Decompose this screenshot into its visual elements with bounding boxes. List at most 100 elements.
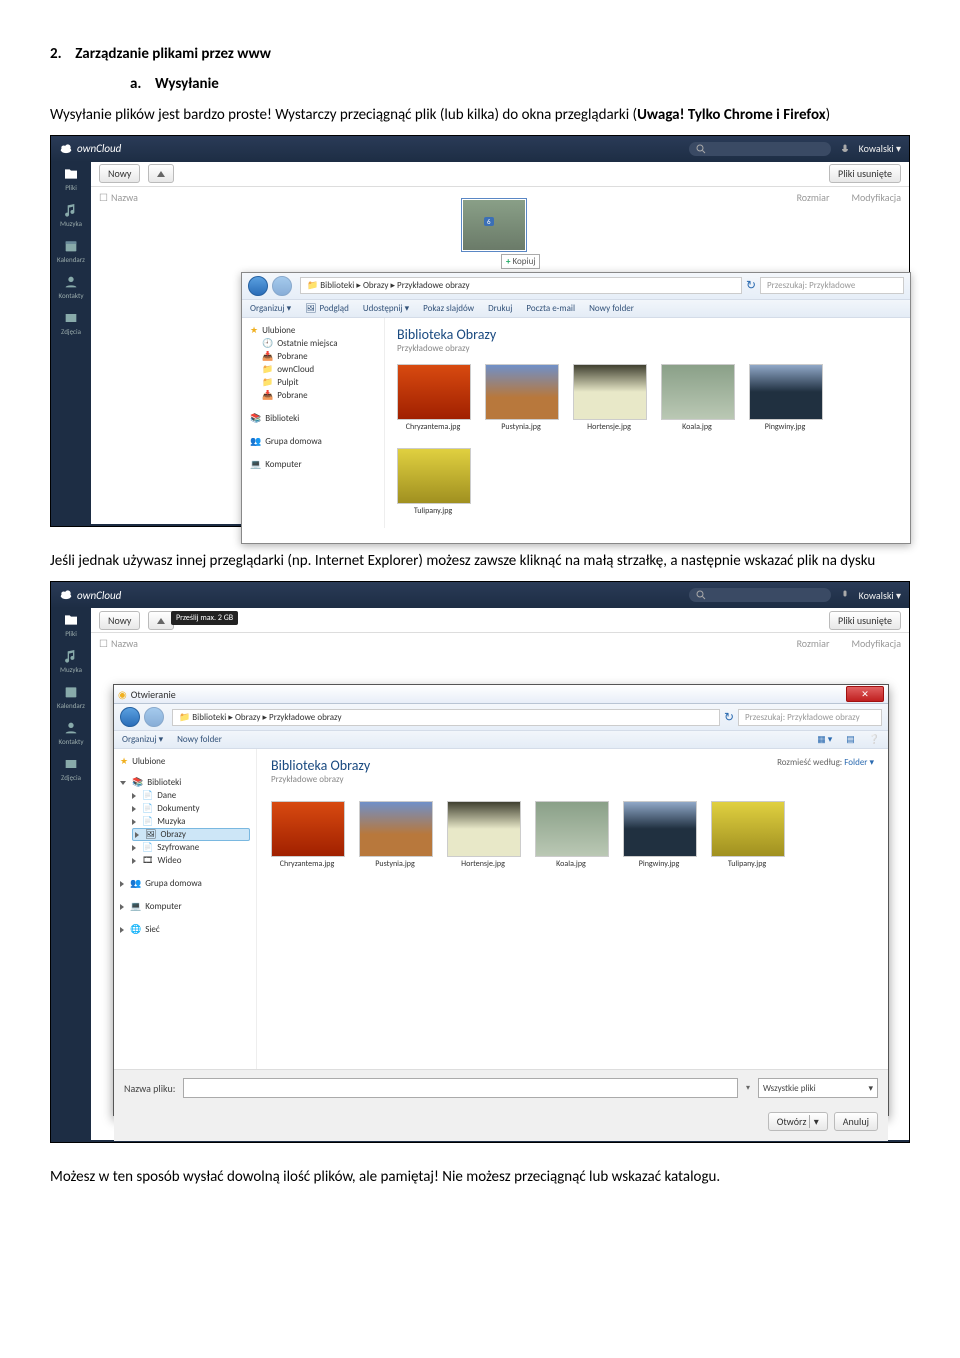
dialog-tree[interactable]: ★ Ulubione 📚 Biblioteki 📄 Dane 📄 Dokumen… (114, 749, 257, 1069)
filename-input[interactable] (183, 1078, 738, 1098)
file-item[interactable]: Koala.jpg (535, 801, 607, 869)
nav-zdjecia[interactable]: Zdjęcia (51, 310, 91, 336)
col-size[interactable]: Rozmiar (797, 637, 830, 650)
breadcrumb[interactable]: 📁 Biblioteki ▸ Obrazy ▸ Przykładowe obra… (172, 709, 720, 726)
file-item[interactable]: Chryzantema.jpg (271, 801, 343, 869)
tb-podglad[interactable]: 🖼 Podgląd (305, 303, 349, 314)
nav-kontakty[interactable]: Kontakty (51, 720, 91, 746)
nav-muzyka[interactable]: Muzyka (51, 648, 91, 674)
tree-komputer: 💻 Komputer (120, 900, 250, 913)
owncloud-topbar-2: ownCloud Kowalski ▾ (51, 582, 909, 608)
mic-icon[interactable] (839, 589, 851, 601)
breadcrumb[interactable]: 📁 Biblioteki ▸ Obrazy ▸ Przykładowe obra… (300, 277, 742, 294)
file-item[interactable]: Hortensje.jpg (447, 801, 519, 869)
deleted-files-button[interactable]: Pliki usunięte (829, 611, 901, 630)
tb-poczta[interactable]: Poczta e-mail (526, 303, 575, 314)
cancel-button[interactable]: Anuluj (834, 1112, 878, 1131)
explorer-addressbar: 📁 Biblioteki ▸ Obrazy ▸ Przykładowe obra… (242, 273, 910, 300)
nav-pliki[interactable]: Pliki (51, 166, 91, 192)
subheading-a: a. Wysyłanie (50, 74, 910, 94)
tb-udostepnij[interactable]: Udostępnij ▾ (363, 303, 409, 314)
search-input[interactable] (689, 142, 831, 156)
screenshot-1: ownCloud Kowalski ▾ Pliki Muzyka Kalenda… (50, 135, 910, 527)
explorer-window-1: 📁 Biblioteki ▸ Obrazy ▸ Przykładowe obra… (241, 272, 911, 544)
explorer-search[interactable]: Przeszukaj: Przykładowe (760, 277, 904, 294)
explorer-toolbar: Organizuj ▾ 🖼 Podgląd Udostępnij ▾ Pokaz… (242, 300, 910, 318)
para1-a: Wysyłanie plików jest bardzo proste! Wys… (50, 106, 637, 124)
file-item[interactable]: Koala.jpg (661, 364, 733, 432)
file-item[interactable]: Chryzantema.jpg (397, 364, 469, 432)
filetype-combo[interactable]: Wszystkie pliki▾ (758, 1078, 878, 1098)
new-button[interactable]: Nowy (99, 164, 140, 183)
preview-icon[interactable]: ▤ (846, 734, 855, 745)
file-item[interactable]: Pustynia.jpg (359, 801, 431, 869)
nav-back-icon[interactable] (248, 276, 268, 296)
user-menu[interactable]: Kowalski ▾ (859, 142, 901, 155)
file-open-dialog: ◉ Otwieranie ✕ 📁 Biblioteki ▸ Obrazy ▸ P… (113, 684, 889, 1116)
logo-text: ownCloud (77, 589, 121, 602)
file-area[interactable]: Nowy Pliki usunięte ☐ Nazwa Rozmiar Mody… (91, 162, 909, 524)
dialog-titlebar[interactable]: ◉ Otwieranie ✕ (114, 685, 888, 704)
refresh-icon[interactable]: ↻ (746, 278, 756, 293)
tree-szyfrowane: 📄 Szyfrowane (120, 841, 250, 854)
upload-button[interactable] (148, 164, 174, 183)
tb-drukuj[interactable]: Drukuj (488, 303, 512, 314)
tb-nowy-folder[interactable]: Nowy folder (177, 734, 222, 745)
nav-pliki[interactable]: Pliki (51, 612, 91, 638)
thumbnails: Chryzantema.jpg Pustynia.jpg Hortensje.j… (397, 364, 898, 516)
filename-dropdown-icon[interactable]: ▾ (746, 1083, 750, 1093)
sort-by[interactable]: Rozmieść według: Folder ▾ (777, 757, 874, 768)
search-input[interactable] (689, 588, 831, 602)
toolbar: Nowy Pliki usunięte (91, 162, 909, 187)
upload-arrow-icon (157, 171, 165, 177)
col-mod[interactable]: Modyfikacja (851, 191, 901, 204)
help-icon[interactable]: ❔ (869, 734, 880, 745)
para1-c: ) (826, 106, 831, 124)
copy-tooltip: Kopiuj (501, 254, 540, 269)
user-menu[interactable]: Kowalski ▾ (859, 589, 901, 602)
tb-nowy-folder[interactable]: Nowy folder (589, 303, 634, 314)
nav-fwd-icon[interactable] (144, 707, 164, 727)
col-size[interactable]: Rozmiar (797, 191, 830, 204)
col-name[interactable]: Nazwa (111, 637, 797, 650)
dialog-buttons: Otwórz ▾ Anuluj (114, 1106, 888, 1141)
tb-organizuj[interactable]: Organizuj ▾ (250, 303, 291, 314)
close-button[interactable]: ✕ (846, 686, 884, 702)
nav-zdjecia[interactable]: Zdjęcia (51, 756, 91, 782)
tree-ulubione: ★ Ulubione (120, 755, 250, 768)
tb-organizuj[interactable]: Organizuj ▾ (122, 734, 163, 745)
left-nav: Pliki Muzyka Kalendarz Kontakty Zdjęcia (51, 162, 91, 524)
file-item[interactable]: Tulipany.jpg (397, 448, 469, 516)
file-item[interactable]: Pingwiny.jpg (623, 801, 695, 869)
file-item[interactable]: Tulipany.jpg (711, 801, 783, 869)
file-item[interactable]: Pingwiny.jpg (749, 364, 821, 432)
mic-icon[interactable] (839, 143, 851, 155)
tree-biblioteki: 📚 Biblioteki (120, 776, 250, 789)
heading-2: 2. Zarządzanie plikami przez www (50, 44, 910, 64)
owncloud-logo[interactable]: ownCloud (59, 142, 121, 156)
refresh-icon[interactable]: ↻ (724, 710, 734, 725)
explorer-main[interactable]: Biblioteka Obrazy Przykładowe obrazy Chr… (385, 318, 910, 528)
deleted-files-button[interactable]: Pliki usunięte (829, 164, 901, 183)
file-area-2[interactable]: Nowy Prześlij max. 2 GB Pliki usunięte ☐… (91, 608, 909, 1140)
explorer-search[interactable]: Przeszukaj: Przykładowe obrazy (738, 709, 882, 726)
col-name[interactable]: Nazwa (111, 191, 797, 204)
drag-preview: 6 (461, 198, 527, 252)
file-item[interactable]: Pustynia.jpg (485, 364, 557, 432)
nav-fwd-icon[interactable] (272, 276, 292, 296)
nav-back-icon[interactable] (120, 707, 140, 727)
nav-kalendarz[interactable]: Kalendarz (51, 684, 91, 710)
nav-kalendarz[interactable]: Kalendarz (51, 238, 91, 264)
nav-kontakty[interactable]: Kontakty (51, 274, 91, 300)
view-icon[interactable]: ▦ ▾ (817, 734, 832, 745)
owncloud-logo[interactable]: ownCloud (59, 588, 121, 602)
explorer-tree[interactable]: ★Ulubione 🕘 Ostatnie miejsca 📥 Pobrane 📁… (242, 318, 385, 528)
open-button[interactable]: Otwórz ▾ (768, 1112, 828, 1131)
dialog-main[interactable]: Rozmieść według: Folder ▾ Biblioteka Obr… (257, 749, 888, 1069)
dialog-addressbar: 📁 Biblioteki ▸ Obrazy ▸ Przykładowe obra… (114, 704, 888, 731)
file-item[interactable]: Hortensje.jpg (573, 364, 645, 432)
new-button[interactable]: Nowy (99, 611, 140, 630)
tb-slajdy[interactable]: Pokaz slajdów (423, 303, 474, 314)
col-mod[interactable]: Modyfikacja (851, 637, 901, 650)
nav-muzyka[interactable]: Muzyka (51, 202, 91, 228)
